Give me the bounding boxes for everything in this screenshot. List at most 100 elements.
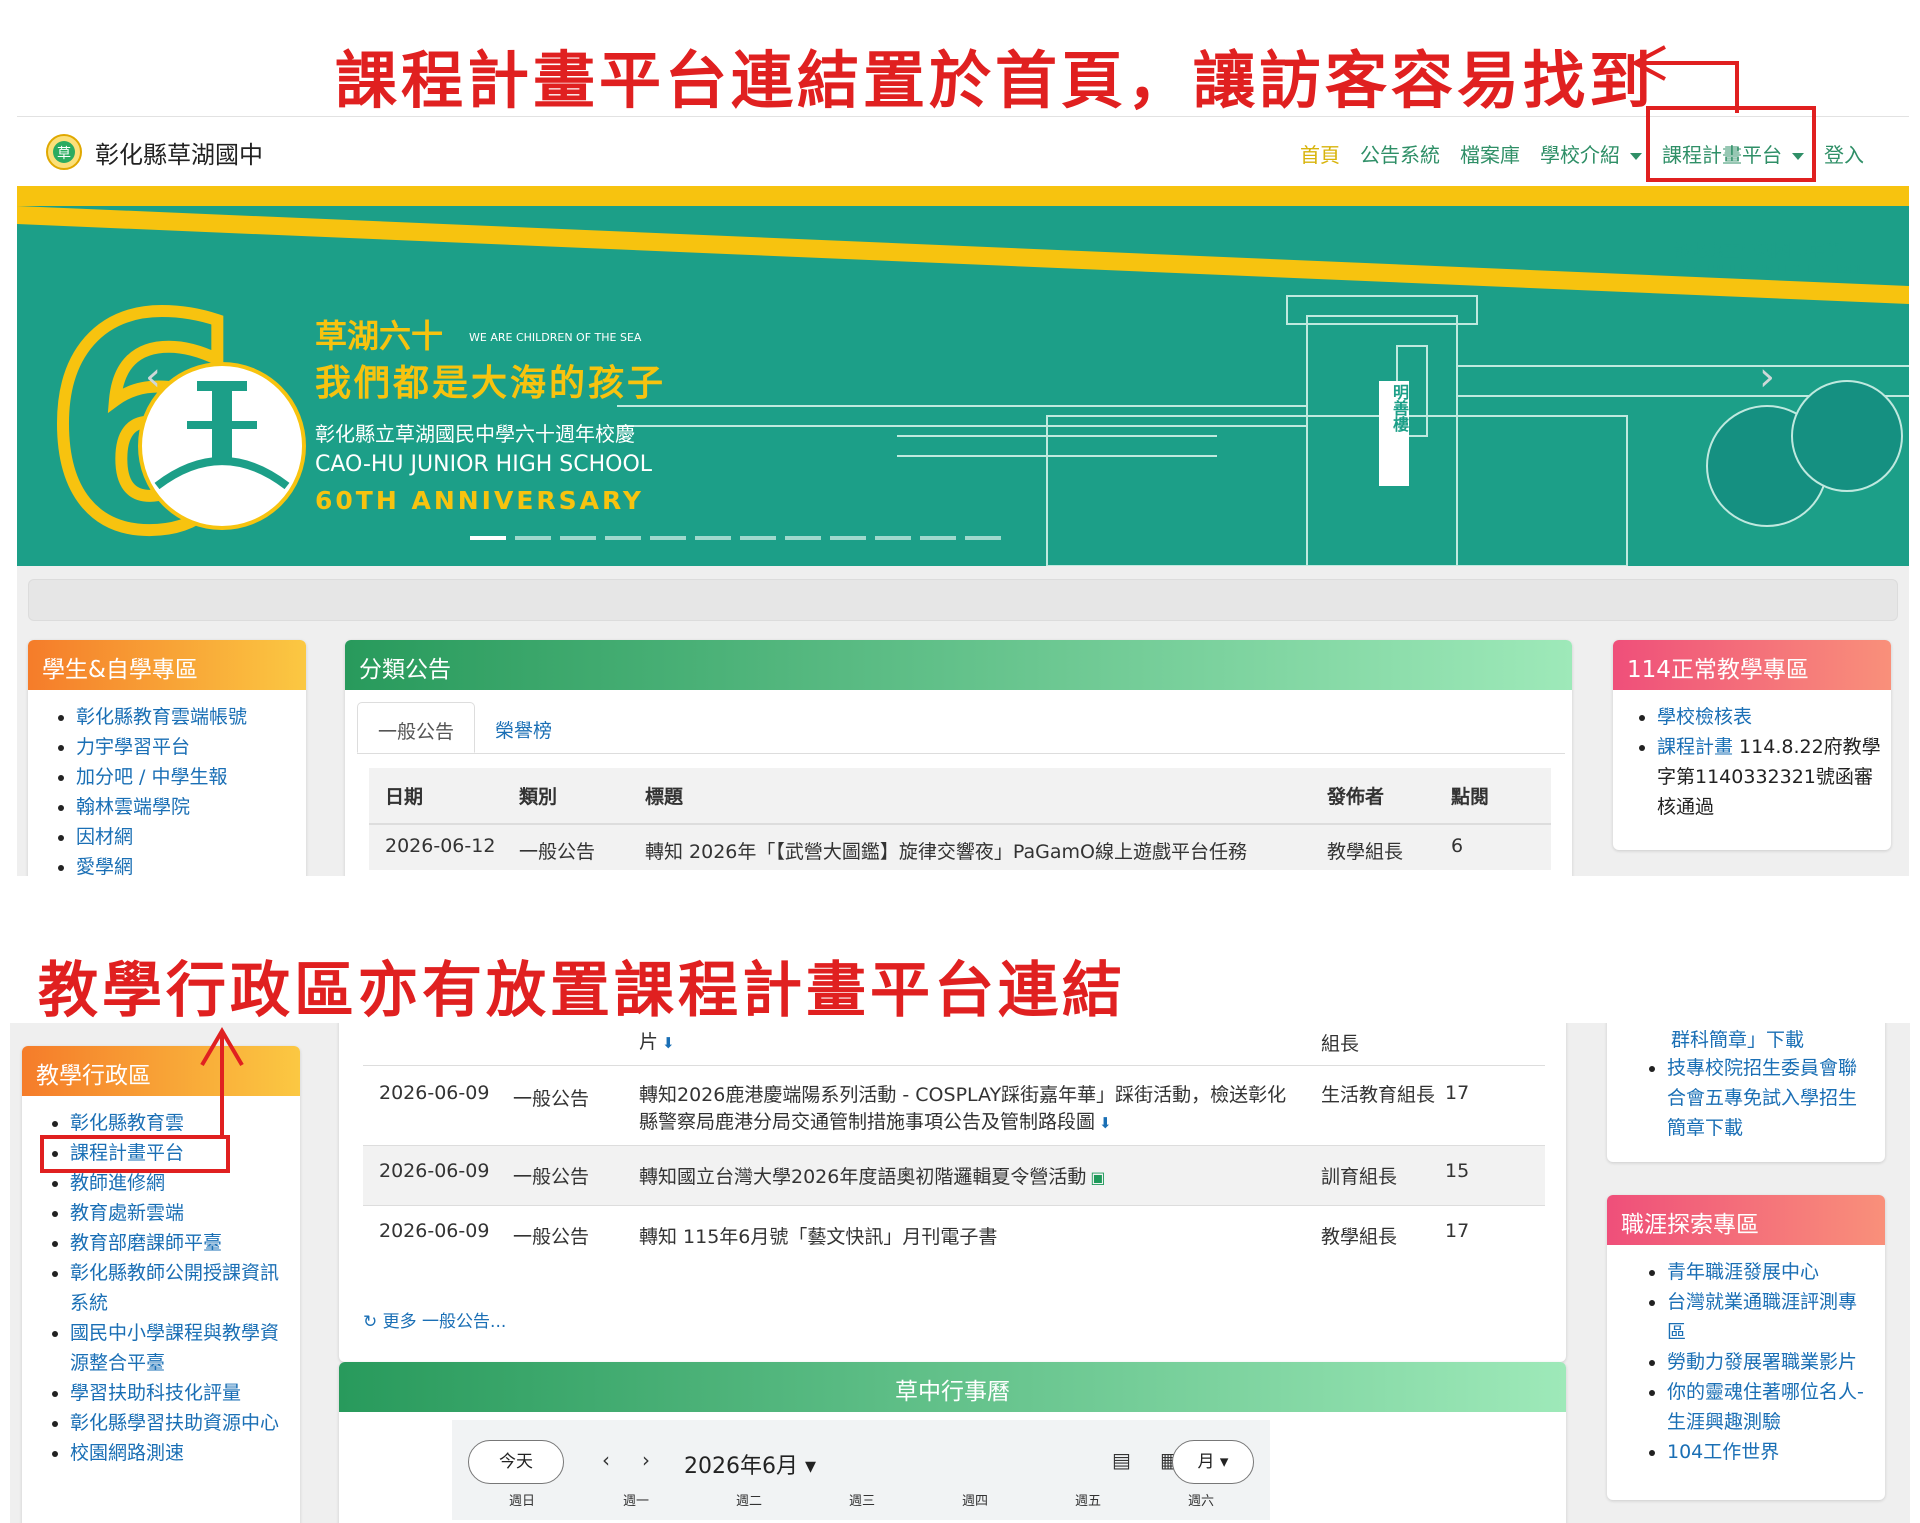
navbar: 草 彰化縣草湖國中 首頁 公告系統 檔案庫 學校介紹 課程計畫平台 登入 <box>17 116 1909 186</box>
banner-slogan: 我們都是大海的孩子 <box>315 363 667 404</box>
hero-banner: 6 草湖六十 WE ARE CHILDREN <box>17 186 1909 566</box>
arrow-top-icon <box>1630 45 1739 113</box>
career-link[interactable]: 青年職涯發展中心 <box>1667 1257 1875 1287</box>
row-title[interactable]: 轉知 115年6月號「藝文快訊」月刊電子書 <box>639 1205 1321 1263</box>
row-publisher[interactable]: 生活教育組長 <box>1321 1065 1445 1145</box>
student-link[interactable]: 彰化縣教育雲端帳號 <box>76 702 296 732</box>
row-publisher[interactable]: 教學組長 <box>1327 824 1451 870</box>
feedback-icon[interactable]: ▤ <box>1112 1448 1131 1472</box>
student-link[interactable]: 翰林雲端學院 <box>76 792 296 822</box>
calendar-today-button[interactable]: 今天 <box>468 1440 564 1484</box>
announcements-title: 分類公告 <box>345 640 1572 690</box>
site-name: 彰化縣草湖國中 <box>95 140 263 169</box>
day-of-week: 週四 <box>962 1494 989 1509</box>
calendar-month: 2026年6月 <box>684 1454 798 1479</box>
teaching-zone-card: 114正常教學專區 學校檢核表 課程計畫 114.8.22府教學字第114033… <box>1613 640 1891 850</box>
student-link[interactable]: 愛學網 <box>76 852 296 876</box>
career-zone-links: 青年職涯發展中心 台灣就業通職涯評測專區 勞動力發展署職業影片 你的靈魂住著哪位… <box>1607 1245 1885 1467</box>
day-of-week: 週三 <box>849 1494 876 1509</box>
announcements-continued-card: 片 組長 2026-06-09 一般公告 轉知2026鹿港慶端陽系列活動 - C… <box>339 1023 1566 1362</box>
career-link[interactable]: 台灣就業通職涯評測專區 <box>1667 1287 1875 1347</box>
row-publisher[interactable]: 訓育組長 <box>1321 1145 1445 1205</box>
col-date: 日期 <box>385 786 424 808</box>
banner-artwork: 6 <box>17 186 1909 566</box>
row-category: 一般公告 <box>519 841 596 863</box>
arrow-up-icon <box>200 1027 244 1137</box>
more-announcements-link[interactable]: ↻ 更多 一般公告... <box>363 1307 506 1332</box>
admin-link[interactable]: 學習扶助科技化評量 <box>70 1378 290 1408</box>
right-partial-links: 技專校院招生委員會聯合會五專免試入學招生簡章下載 <box>1607 1041 1885 1143</box>
admin-link[interactable]: 彰化縣學習扶助資源中心 <box>70 1408 290 1438</box>
course-plan-link[interactable]: 課程計畫 <box>1657 736 1733 758</box>
career-link[interactable]: 勞動力發展署職業影片 <box>1667 1347 1875 1377</box>
career-zone-card: 職涯探索專區 青年職涯發展中心 台灣就業通職涯評測專區 勞動力發展署職業影片 你… <box>1607 1195 1885 1500</box>
tab-general[interactable]: 一般公告 <box>357 702 476 753</box>
admin-link[interactable]: 校園網路測速 <box>70 1438 290 1468</box>
announcement-table-continued: 片 組長 2026-06-09 一般公告 轉知2026鹿港慶端陽系列活動 - C… <box>363 1023 1545 1263</box>
career-link[interactable]: 104工作世界 <box>1667 1437 1875 1467</box>
brand[interactable]: 草 彰化縣草湖國中 <box>45 133 263 171</box>
banner-zh-line: 彰化縣立草湖國民中學六十週年校慶 <box>315 422 635 446</box>
chevron-left-icon[interactable]: ‹ <box>602 1448 610 1472</box>
student-link[interactable]: 力宇學習平台 <box>76 732 296 762</box>
banner-school-en: CAO-HU JUNIOR HIGH SCHOOL <box>1677 263 1864 276</box>
table-row: 2026-06-12 一般公告 轉知 2026年「【武營大圖鑑】旋律交響夜」Pa… <box>369 824 1551 870</box>
nav-announcements[interactable]: 公告系統 <box>1360 139 1440 168</box>
row-date: 2026-06-09 <box>379 1081 490 1104</box>
student-link[interactable]: 加分吧 / 中學生報 <box>76 762 296 792</box>
career-link[interactable]: 你的靈魂住著哪位名人-生涯興趣測驗 <box>1667 1377 1875 1437</box>
row-category: 一般公告 <box>513 1165 590 1188</box>
row-title[interactable]: 轉知 2026年「【武營大圖鑑】旋律交響夜」PaGamO線上遊戲平台任務 <box>645 824 1327 870</box>
day-of-week: 週日 <box>509 1494 536 1509</box>
banner-title-en: WE ARE CHILDREN OF THE SEA <box>469 331 642 344</box>
row-title[interactable]: 轉知國立台灣大學2026年度語奧初階邏輯夏令營活動 <box>639 1145 1321 1205</box>
admin-zone-title: 教學行政區 <box>22 1046 300 1096</box>
nav-school-intro[interactable]: 學校介紹 <box>1540 139 1642 168</box>
banner-school-zh: 彰化縣立草湖國民中學 <box>1672 241 1842 261</box>
admin-link[interactable]: 教育部磨課師平臺 <box>70 1228 290 1258</box>
nav-files[interactable]: 檔案庫 <box>1460 139 1520 168</box>
right-partial-link[interactable]: 技專校院招生委員會聯合會五專免試入學招生簡章下載 <box>1667 1053 1875 1143</box>
day-of-week: 週二 <box>736 1494 763 1509</box>
admin-link[interactable]: 國民中小學課程與教學資源整合平臺 <box>70 1318 290 1378</box>
admin-link[interactable]: 彰化縣教師公開授課資訊系統 <box>70 1258 290 1318</box>
school-emblem-icon: 草 <box>46 134 82 170</box>
calendar-embed: 今天 ‹ › 2026年6月 ▾ ▤ ▦ ⎙ 月 ▾ 週日 週一 週二 週三 週… <box>452 1420 1270 1520</box>
tab-honor[interactable]: 榮譽榜 <box>475 702 572 753</box>
table-row: 2026-06-09 一般公告 轉知國立台灣大學2026年度語奧初階邏輯夏令營活… <box>363 1145 1545 1205</box>
chevron-left-icon[interactable]: ‹ <box>145 354 161 400</box>
row-title-partial[interactable]: 片 <box>639 1023 1321 1065</box>
right-partial-card: 群科簡章」下載 技專校院招生委員會聯合會五專免試入學招生簡章下載 <box>1607 1023 1885 1162</box>
teaching-zone-title: 114正常教學專區 <box>1613 640 1891 690</box>
calendar-title: 草中行事曆 <box>339 1362 1566 1412</box>
row-publisher[interactable]: 教學組長 <box>1321 1205 1445 1263</box>
row-date: 2026-06-12 <box>385 835 496 857</box>
table-row: 2026-06-09 一般公告 轉知2026鹿港慶端陽系列活動 - COSPLA… <box>363 1065 1545 1145</box>
admin-link[interactable]: 教育處新雲端 <box>70 1198 290 1228</box>
student-zone-card: 學生&自學專區 彰化縣教育雲端帳號 力宇學習平台 加分吧 / 中學生報 翰林雲端… <box>28 640 306 876</box>
calendar-month-select[interactable]: 2026年6月 ▾ <box>684 1448 816 1480</box>
teaching-link-course-plan: 課程計畫 114.8.22府教學字第1140332321號函審核通過 <box>1657 732 1881 822</box>
announcements-card: 分類公告 一般公告 榮譽榜 日期 類別 標題 發佈者 點閱 2026-06-12… <box>345 640 1572 876</box>
row-category: 一般公告 <box>513 1087 590 1110</box>
student-link[interactable]: 因材網 <box>76 822 296 852</box>
row-title[interactable]: 轉知2026鹿港慶端陽系列活動 - COSPLAY踩街嘉年華」踩街活動，檢送彰化… <box>639 1065 1321 1145</box>
row-views: 6 <box>1451 835 1464 857</box>
nav-home[interactable]: 首頁 <box>1300 139 1340 168</box>
admin-section-screenshot: 教學行政區 彰化縣教育雲 課程計畫平台 教師進修網 教育處新雲端 教育部磨課師平… <box>10 1023 1910 1523</box>
row-publisher[interactable]: 組長 <box>1321 1023 1445 1065</box>
row-category: 一般公告 <box>513 1225 590 1248</box>
announcement-tabs: 一般公告 榮譽榜 <box>357 702 1565 754</box>
teaching-link-checklist[interactable]: 學校檢核表 <box>1657 702 1881 732</box>
student-zone-title: 學生&自學專區 <box>28 640 306 690</box>
col-category: 類別 <box>519 786 558 808</box>
nav-login[interactable]: 登入 <box>1824 139 1864 168</box>
more-announcements-label: 更多 一般公告... <box>382 1312 507 1332</box>
day-of-week: 週六 <box>1188 1494 1215 1509</box>
col-views: 點閱 <box>1451 786 1490 808</box>
chevron-right-icon[interactable]: › <box>642 1448 650 1472</box>
refresh-icon: ↻ <box>363 1312 378 1332</box>
calendar-view-button[interactable]: 月 ▾ <box>1172 1440 1254 1484</box>
chevron-right-icon[interactable]: › <box>1759 354 1775 400</box>
marquee-bar <box>28 579 1898 621</box>
